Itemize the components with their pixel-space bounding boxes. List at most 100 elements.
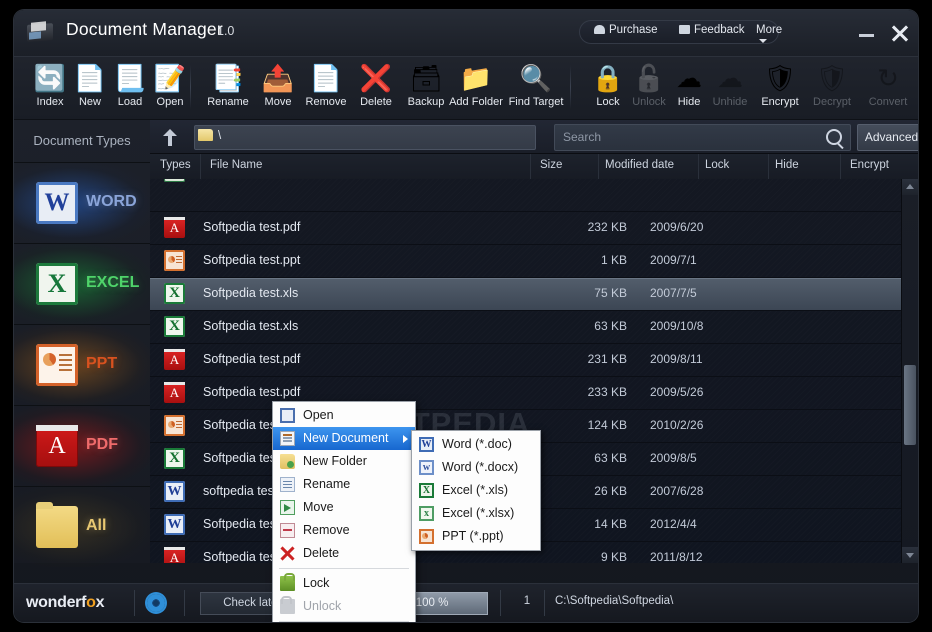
sidebar-item-label: All	[86, 517, 107, 534]
purchase-button[interactable]: Purchase	[594, 24, 658, 36]
menu-item-label: Move	[303, 500, 334, 514]
sidebar-item-label: WORD	[86, 193, 137, 210]
toolbar-encrypt-button[interactable]: 🛡 Encrypt	[752, 61, 808, 108]
toolbar-backup-button[interactable]: 🗃 Backup	[398, 61, 454, 108]
settings-gear-icon[interactable]	[147, 594, 165, 612]
file-modified-date: 2007/7/5	[650, 286, 697, 300]
table-row[interactable]	[150, 179, 902, 212]
search-icon[interactable]	[826, 129, 842, 145]
toolbar-item-label: Encrypt	[761, 96, 799, 108]
toolbar-item-label: Rename	[207, 96, 249, 108]
submenu-item-pptppt[interactable]: PPT (*.ppt)	[412, 525, 540, 548]
convert-icon: ↻	[877, 63, 899, 93]
submenu-item-worddocx[interactable]: Word (*.docx)	[412, 456, 540, 479]
navigation-bar: \ Search Advanced	[150, 120, 918, 154]
toolbar-remove-button[interactable]: 📄 Remove	[298, 61, 354, 108]
table-row[interactable]: Softpedia test.pdf 233 KB 2009/5/26	[150, 377, 902, 410]
pdf-file-icon	[164, 382, 185, 403]
new-folder-icon	[280, 454, 295, 469]
sidebar-item-ppt[interactable]: PPT	[14, 324, 150, 405]
search-input[interactable]: Search	[554, 124, 851, 151]
column-divider	[840, 154, 841, 180]
column-divider	[698, 154, 699, 180]
feedback-label: Feedback	[694, 24, 745, 36]
column-header-lock[interactable]: Lock	[705, 159, 729, 171]
submenu-item-excelxls[interactable]: Excel (*.xls)	[412, 479, 540, 502]
backup-icon: 🗃	[409, 63, 443, 93]
scrollbar-thumb[interactable]	[904, 365, 916, 445]
sidebar-item-pdf[interactable]: PDF	[14, 405, 150, 486]
context-menu-item-remove[interactable]: Remove	[273, 519, 415, 542]
menu-item-label: Open	[303, 408, 334, 422]
column-header-hide[interactable]: Hide	[775, 159, 799, 171]
sidebar-item-word[interactable]: WORD	[14, 162, 150, 243]
minimize-button[interactable]	[859, 25, 874, 40]
column-divider	[530, 154, 531, 180]
toolbar-rename-button[interactable]: 📑 Rename	[200, 61, 256, 108]
submenu-item-label: Word (*.docx)	[442, 460, 519, 474]
scroll-up-button[interactable]	[902, 179, 918, 195]
file-modified-date: 2007/6/28	[650, 484, 704, 498]
sidebar-item-label: PDF	[86, 436, 118, 453]
wonderfox-logo: wonderfox	[26, 594, 105, 612]
toolbar-item-label: Unhide	[712, 96, 748, 108]
sidebar-item-excel[interactable]: EXCEL	[14, 243, 150, 324]
toolbar-find-target-button[interactable]: 🔍 Find Target	[508, 61, 564, 108]
word-docx-icon	[419, 460, 434, 475]
submenu-arrow-icon	[403, 435, 408, 443]
context-menu-item-delete[interactable]: Delete	[273, 542, 415, 565]
submenu-item-excelxlsx[interactable]: Excel (*.xlsx)	[412, 502, 540, 525]
scroll-down-button[interactable]	[902, 547, 918, 563]
context-menu-item-open[interactable]: Open	[273, 404, 415, 427]
column-header-types[interactable]: Types	[160, 159, 191, 171]
table-row[interactable]: Softpedia test.ppt 1 KB 2009/7/1	[150, 245, 902, 278]
column-header-modified-date[interactable]: Modified date	[605, 159, 674, 171]
menu-item-label: Rename	[303, 477, 351, 491]
submenu-item-worddoc[interactable]: Word (*.doc)	[412, 433, 540, 456]
logo-prefix: wonderf	[26, 594, 87, 611]
context-menu-item-lock[interactable]: Lock	[273, 572, 415, 595]
current-path: C:\Softpedia\Softpedia\	[555, 595, 674, 607]
context-menu-item-new-folder[interactable]: New Folder	[273, 450, 415, 473]
sidebar-item-label: EXCEL	[86, 274, 140, 291]
word-icon	[36, 182, 78, 224]
menu-separator	[279, 621, 409, 622]
more-button[interactable]: More	[756, 24, 782, 48]
toolbar-add-folder-button[interactable]: 📁 Add Folder	[448, 61, 504, 108]
file-size: 232 KB	[587, 220, 627, 234]
folder-icon	[198, 129, 213, 141]
file-modified-date: 2012/4/4	[650, 517, 697, 531]
file-name: Softpedia test.pdf	[203, 385, 301, 399]
toolbar-delete-button[interactable]: ❌ Delete	[348, 61, 404, 108]
table-row[interactable]: Softpedia test.xls 63 KB 2009/10/8	[150, 311, 902, 344]
sidebar-item-all[interactable]: All	[14, 486, 150, 567]
close-button[interactable]	[891, 25, 909, 42]
table-row[interactable]: Softpedia test.xls 75 KB 2007/7/5	[150, 278, 902, 311]
feedback-button[interactable]: Feedback	[679, 24, 745, 36]
column-header-encrypt[interactable]: Encrypt	[850, 159, 889, 171]
pdf-file-icon	[164, 547, 185, 563]
logo-suffix: x	[95, 594, 105, 611]
sidebar-item-glow	[14, 325, 150, 405]
context-menu-item-move[interactable]: Move	[273, 496, 415, 519]
column-header-file-name[interactable]: File Name	[210, 159, 262, 171]
table-row[interactable]: Softpedia test.pdf 232 KB 2009/6/20	[150, 212, 902, 245]
toolbar-item-label: Decrypt	[813, 96, 851, 108]
path-input[interactable]: \	[194, 125, 536, 150]
menu-item-label: Delete	[303, 546, 340, 560]
file-name: Softpedia test.xls	[203, 319, 299, 333]
table-row[interactable]: Softpedia test.pdf 231 KB 2009/8/11	[150, 344, 902, 377]
file-modified-date: 2011/8/12	[650, 550, 703, 563]
purchase-label: Purchase	[609, 24, 658, 36]
column-header-size[interactable]: Size	[540, 159, 562, 171]
menu-item-label: New Document	[303, 431, 389, 445]
vertical-scrollbar[interactable]	[901, 179, 918, 563]
advanced-button[interactable]: Advanced	[857, 124, 918, 151]
menu-item-label: Lock	[303, 576, 330, 590]
context-menu-item-rename[interactable]: Rename	[273, 473, 415, 496]
context-menu-item-new-document[interactable]: New Document	[273, 427, 415, 450]
up-arrow-icon[interactable]	[159, 126, 181, 148]
open-icon	[280, 408, 295, 423]
submenu-item-label: PPT (*.ppt)	[442, 529, 504, 543]
toolbar-item-label: Remove	[305, 96, 347, 108]
